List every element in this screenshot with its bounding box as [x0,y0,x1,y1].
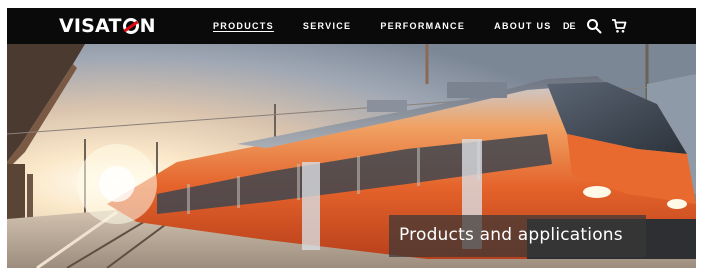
main-nav: PRODUCTS SERVICE PERFORMANCE ABOUT US [213,8,581,44]
logo-text-left: VISAT [59,15,122,37]
logo-o-mark-icon [122,18,139,34]
search-icon[interactable] [586,18,602,34]
header-tools: DE [563,8,636,44]
nav-performance[interactable]: PERFORMANCE [380,21,465,31]
hero-caption-box[interactable]: Products and applications [389,215,646,257]
logo-text-right: N [139,15,156,37]
nav-service[interactable]: SERVICE [303,21,351,31]
cart-icon[interactable] [611,18,627,34]
language-switch[interactable]: DE [563,21,576,31]
nav-about-us[interactable]: ABOUT US [494,21,551,31]
hero-banner[interactable]: Products and applications [7,44,696,268]
site-header: VISAT N PRODUCTS SERVICE PERFORMANCE ABOU… [7,8,696,44]
hero-caption: Products and applications [399,225,623,245]
nav-products[interactable]: PRODUCTS [213,21,274,31]
visaton-logo[interactable]: VISAT N [59,14,156,38]
